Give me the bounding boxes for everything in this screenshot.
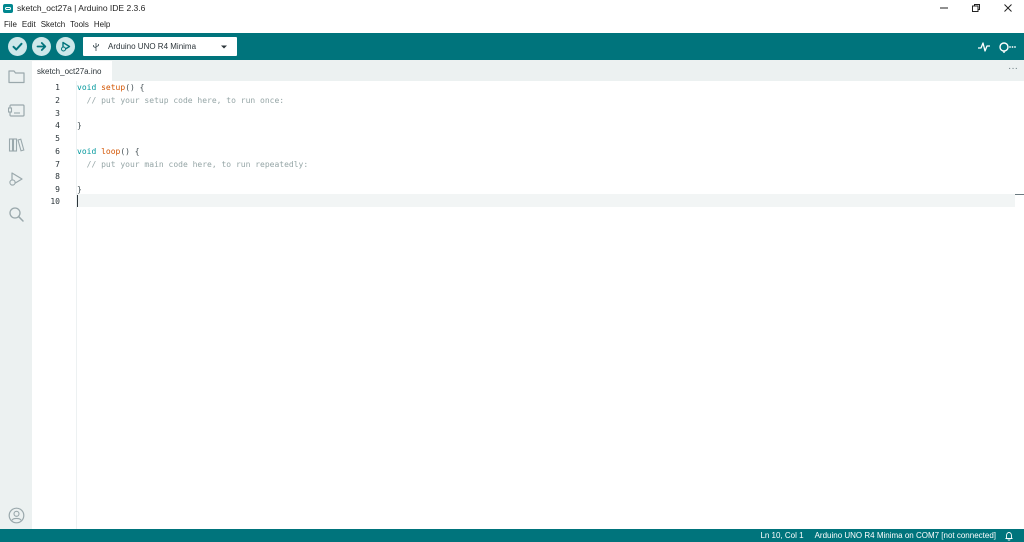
boards-manager-icon bbox=[7, 103, 25, 117]
code-line: 4 } bbox=[32, 120, 1024, 133]
tab-label: sketch_oct27a.ino bbox=[37, 66, 102, 76]
code-line: 8 bbox=[32, 170, 1024, 183]
profile-button[interactable] bbox=[6, 505, 26, 525]
line-text: } bbox=[77, 184, 82, 194]
serial-plotter-icon bbox=[978, 42, 990, 52]
close-icon[interactable] bbox=[992, 0, 1024, 16]
tab-sketch-file[interactable]: sketch_oct27a.ino bbox=[32, 61, 112, 81]
code-line: 3 bbox=[32, 107, 1024, 120]
line-number: 4 bbox=[55, 121, 60, 131]
menu-file[interactable]: File bbox=[4, 20, 17, 29]
library-manager-button[interactable] bbox=[6, 135, 26, 155]
serial-monitor-icon bbox=[999, 42, 1016, 53]
menu-help[interactable]: Help bbox=[94, 20, 110, 29]
tab-bar: sketch_oct27a.ino ··· bbox=[32, 60, 1024, 81]
sketchbook-button[interactable] bbox=[6, 66, 26, 86]
code-line: 9 } bbox=[32, 183, 1024, 196]
line-text: // put your setup code here, to run once… bbox=[77, 96, 285, 106]
status-bar: Ln 10, Col 1 Arduino UNO R4 Minima on CO… bbox=[0, 529, 1024, 542]
line-text: } bbox=[77, 121, 82, 131]
serial-monitor-button[interactable] bbox=[998, 38, 1016, 56]
line-text: // put your main code here, to run repea… bbox=[77, 159, 309, 169]
code-line: 1 void setup() { bbox=[32, 82, 1024, 95]
text-cursor bbox=[77, 195, 78, 207]
arduino-logo-icon bbox=[3, 3, 13, 13]
line-number: 5 bbox=[55, 134, 60, 144]
search-icon bbox=[8, 206, 24, 222]
verify-button[interactable] bbox=[8, 37, 27, 56]
board-name: Arduino UNO R4 Minima bbox=[108, 42, 197, 51]
line-number: 6 bbox=[55, 146, 60, 156]
code-editor[interactable]: 1 void setup() { 2 // put your setup cod… bbox=[32, 81, 1024, 529]
title-bar: sketch_oct27a | Arduino IDE 2.3.6 bbox=[0, 0, 1024, 16]
cursor-position[interactable]: Ln 10, Col 1 bbox=[760, 531, 803, 540]
scrollbar-marker[interactable] bbox=[1015, 194, 1024, 195]
sketchbook-icon bbox=[7, 69, 25, 83]
usb-icon bbox=[93, 42, 99, 51]
line-number: 2 bbox=[55, 96, 60, 106]
minimize-icon[interactable] bbox=[928, 0, 960, 16]
code-line: 2 // put your setup code here, to run on… bbox=[32, 94, 1024, 107]
upload-button[interactable] bbox=[32, 37, 51, 56]
boards-manager-button[interactable] bbox=[6, 100, 26, 120]
notifications-button[interactable] bbox=[1002, 529, 1016, 542]
code-line: 7 // put your main code here, to run rep… bbox=[32, 158, 1024, 171]
window-controls bbox=[928, 0, 1024, 16]
code-line: 10 bbox=[32, 195, 1024, 208]
chevron-down-icon bbox=[221, 45, 227, 49]
line-number: 9 bbox=[55, 184, 60, 194]
debug-icon bbox=[61, 41, 71, 52]
restore-icon[interactable] bbox=[960, 0, 992, 16]
menu-edit[interactable]: Edit bbox=[22, 20, 36, 29]
board-connection-status[interactable]: Arduino UNO R4 Minima on COM7 [not conne… bbox=[815, 531, 996, 540]
menu-bar: File Edit Sketch Tools Help bbox=[0, 17, 110, 31]
debug-panel-button[interactable] bbox=[6, 169, 26, 189]
line-number: 3 bbox=[55, 108, 60, 118]
board-selector[interactable]: Arduino UNO R4 Minima bbox=[83, 37, 237, 56]
line-text: void setup() { bbox=[77, 83, 145, 93]
toolbar: Arduino UNO R4 Minima bbox=[0, 33, 1024, 60]
profile-icon bbox=[8, 507, 24, 523]
upload-icon bbox=[36, 42, 47, 51]
search-button[interactable] bbox=[6, 204, 26, 224]
debug-button[interactable] bbox=[56, 37, 75, 56]
line-number: 8 bbox=[55, 172, 60, 182]
serial-plotter-button[interactable] bbox=[975, 38, 993, 56]
more-actions-icon[interactable]: ··· bbox=[1008, 63, 1018, 74]
line-number: 10 bbox=[50, 197, 60, 207]
debug-panel-icon bbox=[8, 172, 23, 186]
verify-icon bbox=[12, 42, 23, 51]
line-number: 1 bbox=[55, 83, 60, 93]
line-number: 7 bbox=[55, 159, 60, 169]
code-line: 5 bbox=[32, 132, 1024, 145]
code-line: 6 void loop() { bbox=[32, 145, 1024, 158]
sidebar bbox=[0, 60, 32, 529]
line-text: void loop() { bbox=[77, 146, 140, 156]
library-manager-icon bbox=[8, 138, 24, 152]
menu-tools[interactable]: Tools bbox=[70, 20, 89, 29]
bell-icon bbox=[1005, 531, 1013, 541]
menu-sketch[interactable]: Sketch bbox=[41, 20, 65, 29]
window-title: sketch_oct27a | Arduino IDE 2.3.6 bbox=[17, 3, 146, 13]
